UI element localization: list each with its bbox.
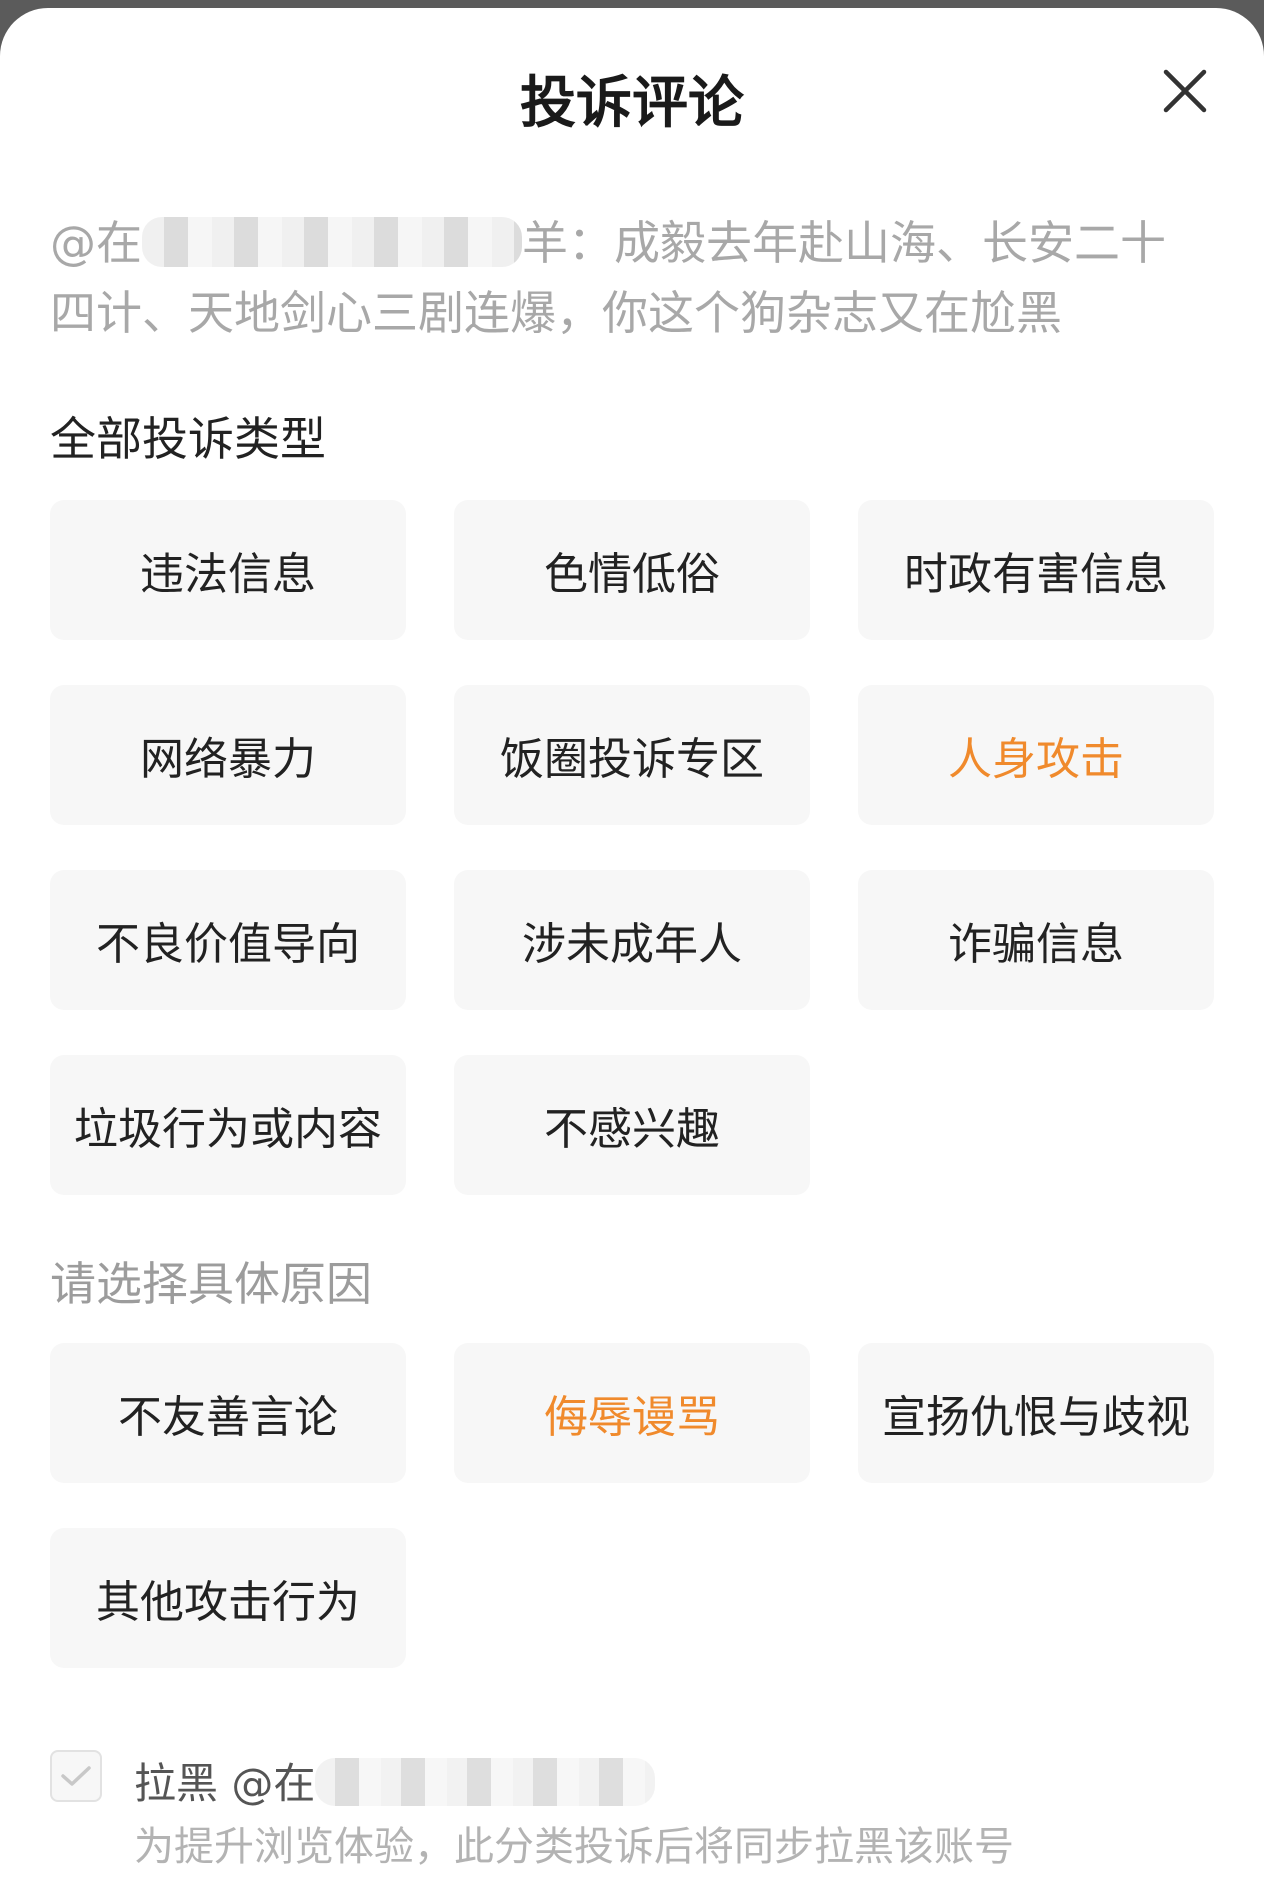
reason-heading: 请选择具体原因 xyxy=(50,1257,372,1311)
type-spam[interactable]: 垃圾行为或内容 xyxy=(50,1055,406,1195)
type-illegal[interactable]: 违法信息 xyxy=(50,500,406,640)
type-fraud[interactable]: 诈骗信息 xyxy=(858,870,1214,1010)
chip-label: 侮辱谩骂 xyxy=(544,1392,720,1443)
all-types-heading: 全部投诉类型 xyxy=(50,412,326,466)
type-minors[interactable]: 涉未成年人 xyxy=(454,870,810,1010)
block-checkbox[interactable] xyxy=(50,1750,102,1802)
chip-label: 不感兴趣 xyxy=(544,1104,720,1155)
chip-label: 时政有害信息 xyxy=(904,549,1168,600)
type-bad-values[interactable]: 不良价值导向 xyxy=(50,870,406,1010)
type-porn[interactable]: 色情低俗 xyxy=(454,500,810,640)
chip-label: 饭圈投诉专区 xyxy=(500,734,764,785)
chip-label: 人身攻击 xyxy=(948,734,1124,785)
redacted-username xyxy=(315,1758,656,1806)
reason-hate[interactable]: 宣扬仇恨与歧视 xyxy=(858,1343,1214,1483)
chip-label: 诈骗信息 xyxy=(948,919,1124,970)
reason-unfriendly[interactable]: 不友善言论 xyxy=(50,1343,406,1483)
reason-insult[interactable]: 侮辱谩骂 xyxy=(454,1343,810,1483)
reason-other-attack[interactable]: 其他攻击行为 xyxy=(50,1528,406,1668)
chip-label: 不良价值导向 xyxy=(96,919,360,970)
chip-label: 违法信息 xyxy=(140,549,316,600)
type-cyberbullying[interactable]: 网络暴力 xyxy=(50,685,406,825)
block-label-text: 拉黑 @在 xyxy=(134,1759,316,1808)
chip-label: 宣扬仇恨与歧视 xyxy=(882,1392,1190,1443)
chip-label: 涉未成年人 xyxy=(522,919,742,970)
chip-label: 不友善言论 xyxy=(118,1392,338,1443)
type-personal-attack[interactable]: 人身攻击 xyxy=(858,685,1214,825)
type-not-interested[interactable]: 不感兴趣 xyxy=(454,1055,810,1195)
block-label[interactable]: 拉黑 @在 xyxy=(134,1750,656,1811)
chip-label: 网络暴力 xyxy=(140,734,316,785)
dialog-title: 投诉评论 xyxy=(520,71,744,136)
chip-label: 色情低俗 xyxy=(544,549,720,600)
block-note: 为提升浏览体验，此分类投诉后将同步拉黑该账号 xyxy=(134,1824,1014,1870)
redacted-username xyxy=(142,217,522,267)
complaint-sheet: 投诉评论 @在 羊：成毅去年赴山海、长安二十四计、天地剑心三剧连爆，你这个狗杂志又… xyxy=(0,8,1264,1892)
close-icon[interactable] xyxy=(1160,66,1210,116)
type-political[interactable]: 时政有害信息 xyxy=(858,500,1214,640)
check-icon xyxy=(61,1766,91,1786)
chip-label: 垃圾行为或内容 xyxy=(74,1104,382,1155)
chip-label: 其他攻击行为 xyxy=(96,1577,360,1628)
type-fandom[interactable]: 饭圈投诉专区 xyxy=(454,685,810,825)
comment-author-prefix: @在 xyxy=(50,216,142,270)
reported-comment: @在 羊：成毅去年赴山海、长安二十四计、天地剑心三剧连爆，你这个狗杂志又在尬黑 xyxy=(50,208,1200,348)
